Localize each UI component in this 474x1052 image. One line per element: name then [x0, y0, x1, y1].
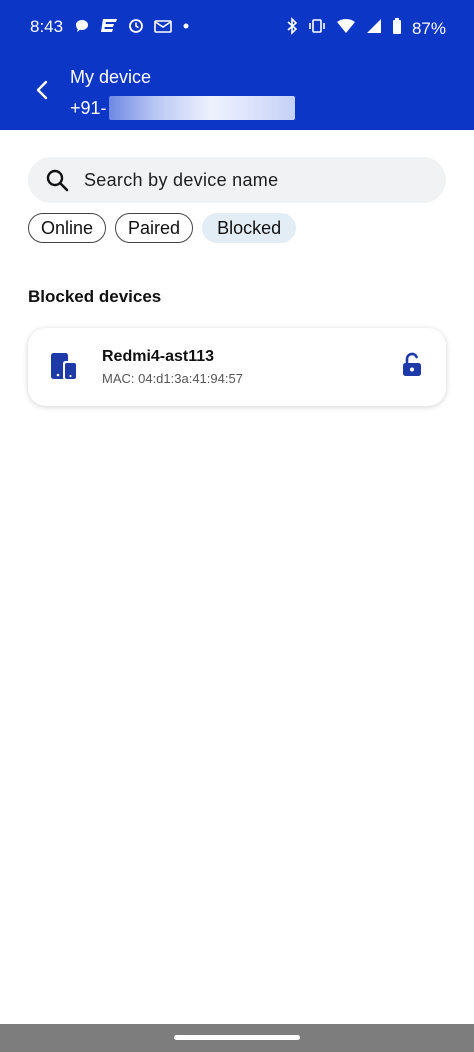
- phone-number: +91-: [70, 96, 295, 120]
- unblock-button[interactable]: [398, 352, 426, 383]
- search-bar[interactable]: Search by device name: [28, 157, 446, 203]
- system-icons: 87%: [286, 17, 446, 40]
- clock-sync-icon: [128, 18, 144, 39]
- device-name: Redmi4-ast113: [102, 348, 215, 365]
- status-time: 8:43: [30, 17, 64, 36]
- search-input[interactable]: Search by device name: [84, 170, 278, 191]
- bluetooth-icon: [286, 17, 298, 40]
- device-mac: MAC: 04:d1:3a:41:94:57: [102, 371, 243, 386]
- filter-chips: Online Paired Blocked: [28, 213, 297, 243]
- dot-icon: [182, 18, 190, 39]
- chip-blocked[interactable]: Blocked: [202, 213, 297, 243]
- wifi-icon: [336, 17, 356, 40]
- chip-online[interactable]: Online: [28, 213, 107, 243]
- redacted-number: [108, 96, 295, 120]
- unlock-icon: [401, 352, 423, 383]
- app-bar: My device +91-: [0, 58, 474, 130]
- status-bar: 8:43 87%: [0, 0, 474, 58]
- signal-icon: [366, 17, 382, 40]
- battery-icon: [392, 17, 402, 40]
- phone-number-prefix: +91-: [70, 97, 107, 118]
- page-title: My device: [70, 67, 152, 87]
- battery-percentage: 87%: [411, 18, 446, 38]
- back-arrow-icon: [34, 79, 50, 106]
- device-card[interactable]: Redmi4-ast113 MAC: 04:d1:3a:41:94:57: [28, 328, 446, 406]
- home-handle[interactable]: [174, 1035, 300, 1040]
- section-title: Blocked devices: [28, 287, 162, 306]
- back-button[interactable]: [26, 76, 58, 108]
- search-icon: [44, 167, 70, 193]
- devices-icon: [48, 350, 80, 382]
- gesture-nav-bar: [0, 1024, 474, 1052]
- chat-icon: [74, 18, 90, 39]
- notification-icons: [74, 18, 190, 39]
- app-e-icon: [100, 18, 118, 39]
- chip-paired[interactable]: Paired: [115, 213, 194, 243]
- vibrate-icon: [308, 17, 326, 40]
- outlook-icon: [154, 18, 172, 39]
